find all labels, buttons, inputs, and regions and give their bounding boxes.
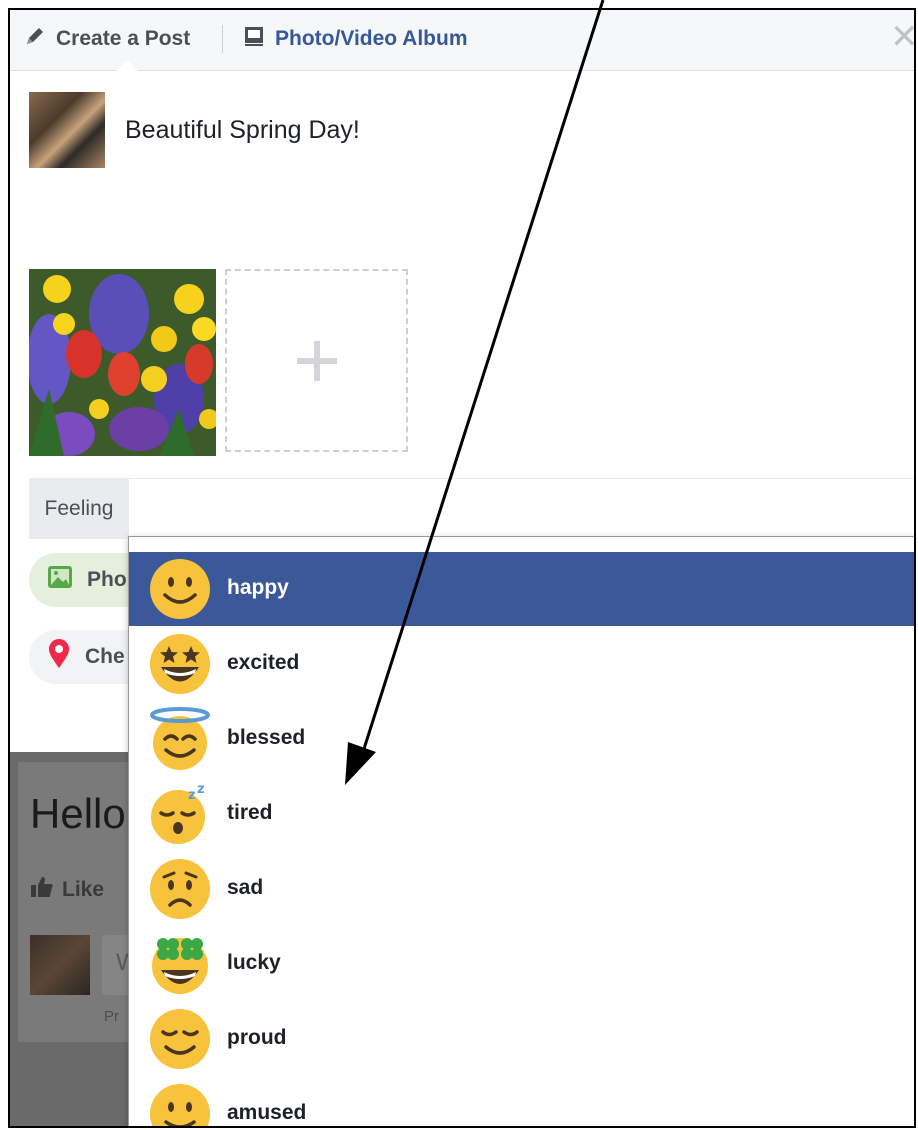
feeling-option-label: tired bbox=[227, 801, 273, 824]
amused-emoji-icon bbox=[150, 1084, 210, 1126]
composer-tabs: Create a Post Photo/Video Album ✕ bbox=[10, 10, 914, 71]
post-composer-dialog: Create a Post Photo/Video Album ✕ Beauti… bbox=[8, 8, 916, 1128]
user-avatar bbox=[29, 92, 105, 168]
feeling-option-excited[interactable]: excited bbox=[129, 627, 914, 701]
close-icon[interactable]: ✕ bbox=[890, 20, 914, 54]
location-pin-icon bbox=[47, 639, 71, 675]
feed-post-text: Hello bbox=[30, 790, 126, 837]
check-in-button-label: Che bbox=[85, 645, 125, 668]
lucky-emoji-icon bbox=[152, 938, 208, 994]
feeling-option-label: sad bbox=[227, 876, 264, 899]
feed-like-button: Like bbox=[30, 876, 104, 904]
tired-emoji-icon: z z bbox=[151, 782, 205, 844]
feeling-option-label: proud bbox=[227, 1026, 287, 1049]
feeling-row: Feeling bbox=[29, 478, 914, 539]
svg-text:z: z bbox=[197, 782, 205, 797]
sad-emoji-icon bbox=[150, 859, 210, 919]
proud-emoji-icon bbox=[150, 1009, 210, 1069]
feeling-option-label: excited bbox=[227, 651, 300, 674]
tab-photo-video-album-label: Photo/Video Album bbox=[275, 27, 468, 50]
attached-photo-thumbnail[interactable] bbox=[29, 269, 216, 456]
post-text-input[interactable]: Beautiful Spring Day! bbox=[125, 116, 360, 145]
photo-icon bbox=[47, 565, 73, 595]
feed-commenter-avatar bbox=[30, 935, 90, 995]
feed-comment-hint: Pr bbox=[104, 1008, 119, 1025]
feeling-label: Feeling bbox=[29, 479, 129, 539]
feeling-dropdown-menu: happy excited blessed z z tired sad luck… bbox=[128, 536, 914, 1126]
feeling-option-happy[interactable]: happy bbox=[129, 552, 914, 626]
feeling-option-lucky[interactable]: lucky bbox=[129, 927, 914, 1001]
album-icon bbox=[243, 25, 265, 53]
tab-photo-video-album[interactable]: Photo/Video Album bbox=[243, 24, 468, 54]
feeling-option-label: amused bbox=[227, 1101, 307, 1124]
feeling-option-label: lucky bbox=[227, 951, 281, 974]
excited-emoji-icon bbox=[150, 634, 210, 694]
feeling-option-label: happy bbox=[227, 576, 289, 599]
feed-like-label: Like bbox=[62, 878, 105, 901]
tab-create-post[interactable]: Create a Post bbox=[24, 24, 190, 54]
active-tab-caret bbox=[116, 60, 138, 71]
feeling-option-amused[interactable]: amused bbox=[129, 1077, 914, 1126]
pencil-icon bbox=[24, 25, 46, 53]
feeling-option-sad[interactable]: sad bbox=[129, 852, 914, 926]
feeling-option-blessed[interactable]: blessed bbox=[129, 702, 914, 776]
happy-emoji-icon bbox=[150, 559, 210, 619]
feeling-option-label: blessed bbox=[227, 726, 306, 749]
tab-create-post-label: Create a Post bbox=[56, 27, 191, 50]
svg-text:z: z bbox=[188, 788, 196, 803]
add-photo-button[interactable] bbox=[225, 269, 408, 452]
feeling-option-tired[interactable]: z z tired bbox=[129, 777, 914, 851]
tab-divider bbox=[222, 25, 223, 53]
photo-video-button-label: Pho bbox=[87, 568, 127, 591]
plus-icon bbox=[296, 340, 337, 381]
feeling-option-proud[interactable]: proud bbox=[129, 1002, 914, 1076]
thumbs-up-icon bbox=[30, 876, 54, 904]
blessed-emoji-icon bbox=[150, 707, 210, 770]
